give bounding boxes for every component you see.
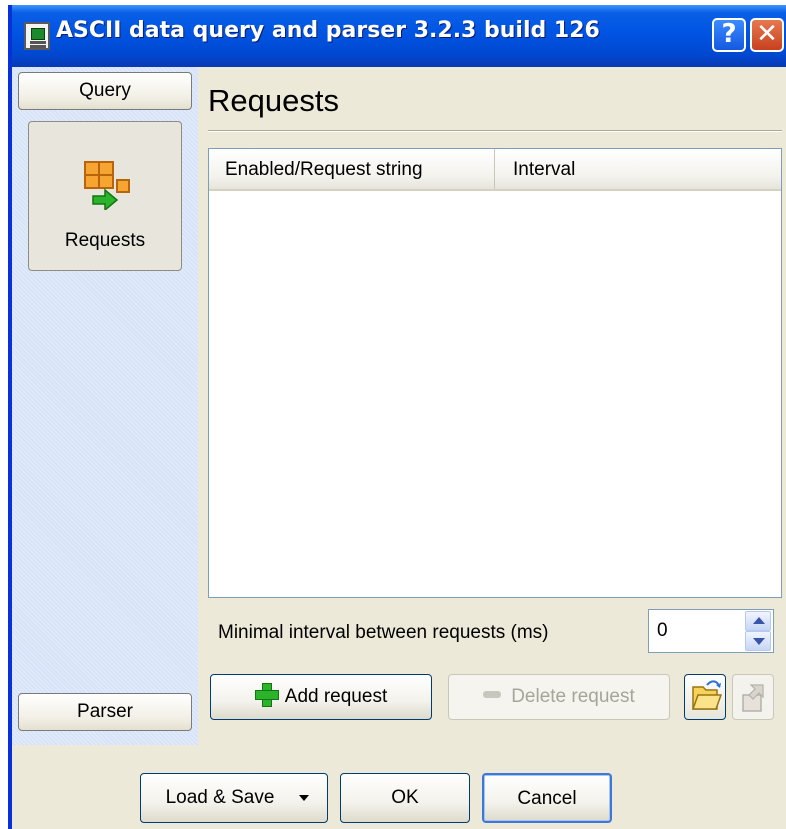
save-file-button[interactable] [732,674,774,720]
column-header-interval[interactable]: Interval [495,149,775,189]
open-file-button[interactable] [684,674,726,720]
interval-input[interactable]: 0 [657,618,737,644]
dropdown-caret-icon [299,795,309,801]
plus-icon [254,683,279,707]
dialog-window: ASCII data query and parser 3.2.3 build … [8,5,786,829]
folder-open-icon [691,680,723,710]
delete-request-button[interactable]: Delete request [448,674,670,720]
add-request-label: Add request [284,686,388,707]
close-button[interactable]: ✕ [750,18,784,52]
save-icon [742,684,764,712]
ok-button[interactable]: OK [340,773,470,823]
title-divider [208,130,782,132]
interval-spinner[interactable]: 0 [648,609,774,653]
requests-nav-item[interactable]: Requests [28,121,182,271]
query-section-button[interactable]: Query [18,72,192,110]
list-header: Enabled/Request string Interval [209,149,781,191]
spin-up-icon[interactable] [745,611,771,631]
load-save-label: Load & Save [165,787,275,808]
requests-icon [84,161,130,210]
load-save-dropdown-button[interactable]: Load & Save [140,773,328,823]
interval-label: Minimal interval between requests (ms) [218,622,549,643]
page-title: Requests [208,83,339,118]
delete-request-label: Delete request [511,686,635,707]
help-button[interactable]: ? [712,18,746,52]
requests-nav-label: Requests [64,230,146,251]
parser-section-button[interactable]: Parser [18,693,192,731]
navigation-pane: Query Requests Parser [12,67,198,745]
column-header-request-string[interactable]: Enabled/Request string [209,149,495,189]
spin-down-icon[interactable] [745,631,771,651]
requests-list[interactable]: Enabled/Request string Interval [208,148,782,598]
minus-icon [483,691,502,698]
title-bar[interactable]: ASCII data query and parser 3.2.3 build … [12,5,786,67]
add-request-button[interactable]: Add request [210,674,432,720]
window-title: ASCII data query and parser 3.2.3 build … [56,18,600,43]
cancel-button[interactable]: Cancel [482,773,612,823]
app-icon [24,22,50,50]
